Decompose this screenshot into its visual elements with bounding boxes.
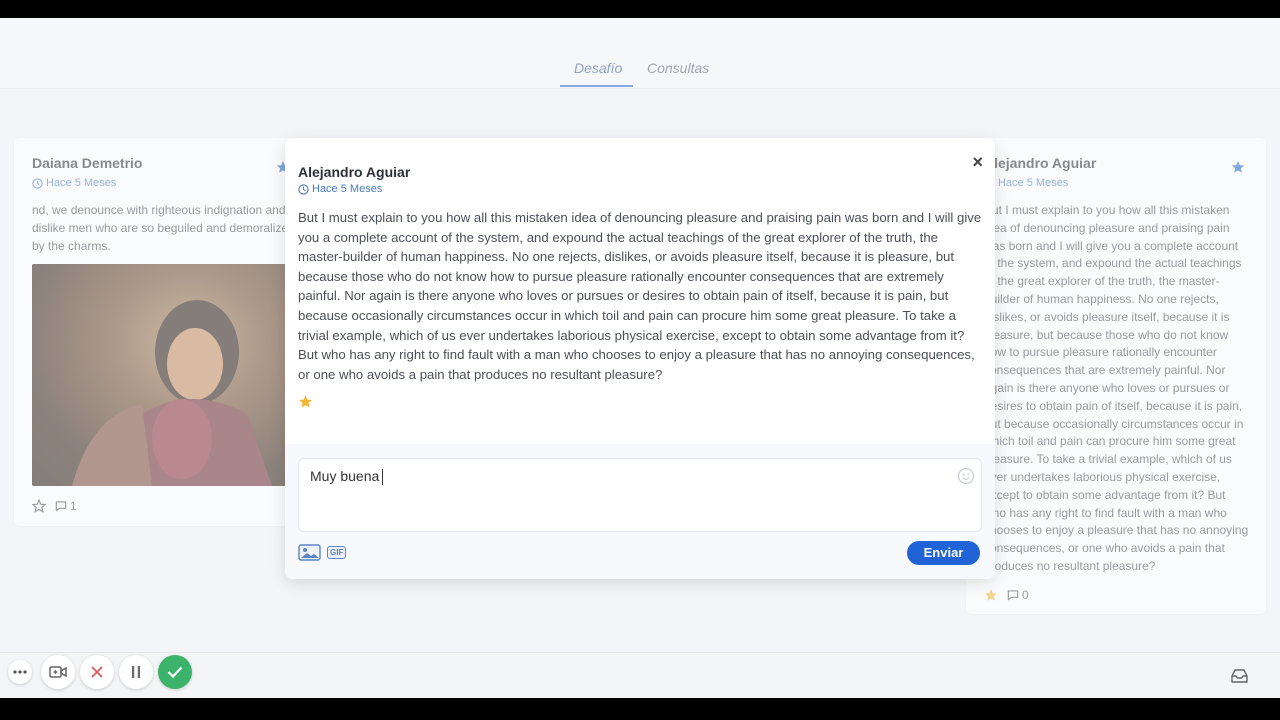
inbox-icon[interactable] [1231, 668, 1248, 683]
modal-time: Hace 5 Meses [298, 183, 382, 195]
close-icon[interactable]: × [972, 152, 983, 173]
modal-text: But I must explain to you how all this m… [298, 210, 982, 382]
video-icon [49, 666, 67, 678]
check-icon [167, 666, 183, 678]
emoji-icon[interactable] [957, 467, 975, 485]
post-modal: Alejandro Aguiar Hace 5 Meses × But I mu… [285, 138, 995, 579]
video-button[interactable] [41, 655, 75, 689]
clock-icon [298, 183, 309, 195]
modal-time-label: Hace 5 Meses [312, 183, 383, 195]
reply-area: Muy buena GIF Enviar [285, 444, 995, 579]
bottom-bar [0, 652, 1280, 698]
reply-input-text[interactable]: Muy buena [310, 468, 384, 486]
cancel-button[interactable] [80, 655, 114, 689]
attachments: GIF [298, 544, 347, 561]
modal-author: Alejandro Aguiar [298, 164, 411, 180]
more-button[interactable] [8, 660, 32, 684]
send-button[interactable]: Enviar [907, 541, 980, 565]
screen: Desafío Consultas Daiana Demetrio Hace 5… [0, 18, 1280, 698]
gif-icon[interactable]: GIF [327, 546, 347, 559]
pause-icon [132, 666, 140, 678]
pause-button[interactable] [119, 655, 153, 689]
star-icon[interactable] [298, 394, 313, 409]
text-caret [382, 469, 384, 486]
reply-value: Muy buena [310, 468, 380, 484]
confirm-button[interactable] [158, 655, 192, 689]
more-icon [13, 670, 27, 674]
cancel-icon [91, 666, 103, 678]
reply-input[interactable]: Muy buena [298, 458, 982, 532]
image-icon[interactable] [298, 544, 321, 561]
